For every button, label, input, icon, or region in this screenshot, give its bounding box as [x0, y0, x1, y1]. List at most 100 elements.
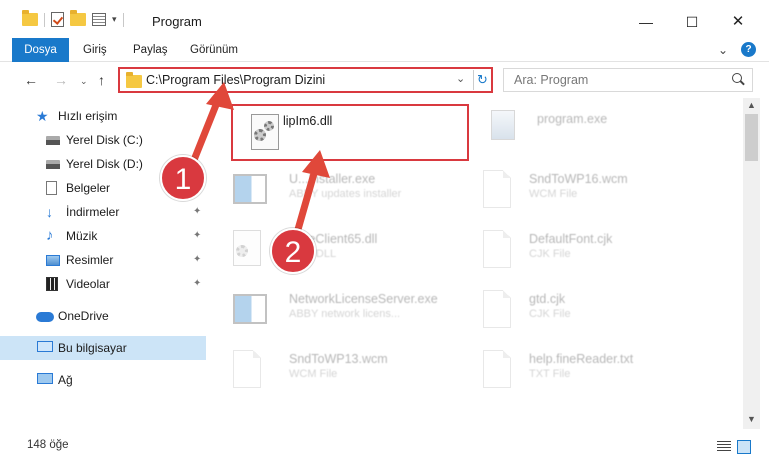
scroll-up-icon[interactable]: ▲ — [747, 100, 756, 110]
toolbar-divider — [122, 12, 124, 27]
sidebar-item-label: İndirmeler — [66, 205, 120, 219]
file-type: ABBY updates installer — [289, 188, 402, 200]
close-button[interactable]: ✕ — [715, 8, 761, 36]
scroll-down-icon[interactable]: ▼ — [747, 414, 756, 424]
vertical-scrollbar[interactable]: ▲ ▼ — [743, 98, 760, 429]
file-type: ABBY network licens... — [289, 308, 401, 320]
pin-icon[interactable]: ✦ — [193, 254, 201, 265]
folder-icon[interactable] — [22, 10, 38, 26]
step-1-badge: 1 — [160, 155, 206, 201]
address-dropdown-icon[interactable]: ⌄ — [456, 72, 465, 85]
file-type: WCM File — [289, 368, 338, 380]
file-item-defaultfont[interactable]: DefaultFont.cjk CJK File — [465, 222, 705, 278]
pin-icon[interactable]: ✦ — [193, 278, 201, 289]
minimize-button[interactable]: — — [623, 8, 669, 36]
tab-home[interactable]: Giriş — [83, 38, 107, 62]
sidebar-item-label: Müzik — [66, 229, 98, 243]
window-title: Program — [152, 14, 202, 29]
file-icon — [483, 230, 515, 270]
pin-icon[interactable]: ✦ — [193, 206, 201, 217]
tab-share[interactable]: Paylaş — [133, 38, 168, 62]
recent-locations-chevron-icon[interactable]: ⌄ — [80, 76, 88, 87]
search-placeholder: Ara: Program — [514, 73, 589, 87]
help-icon[interactable]: ? — [741, 42, 756, 57]
toolbar-divider — [44, 12, 45, 27]
navigation-bar: ← → ⌄ ↑ C:\Program Files\Program Dizini … — [0, 62, 769, 98]
music-icon: ♪ — [46, 227, 54, 244]
up-button[interactable]: ↑ — [98, 72, 105, 88]
sidebar-item-label: Videolar — [66, 277, 110, 291]
file-icon — [483, 170, 515, 210]
sidebar-item-label: Ağ — [58, 373, 73, 387]
app-icon — [233, 290, 267, 330]
sidebar-item-label: OneDrive — [58, 309, 109, 323]
file-type: WCM File — [529, 188, 578, 200]
sidebar-item-network[interactable]: Ağ — [0, 368, 206, 392]
address-path[interactable]: C:\Program Files\Program Dizini — [146, 73, 325, 87]
drive-icon — [46, 136, 60, 146]
sidebar-item-onedrive[interactable]: OneDrive — [0, 304, 206, 328]
forward-button[interactable]: → — [54, 72, 68, 88]
highlight-box — [231, 104, 469, 161]
new-folder-icon[interactable] — [70, 10, 86, 26]
address-bar[interactable]: C:\Program Files\Program Dizini ⌄ ↻ — [118, 67, 493, 93]
file-item-wcm16[interactable]: SndToWP16.wcm WCM File — [465, 162, 705, 218]
back-button[interactable]: ← — [24, 72, 38, 88]
refresh-icon[interactable]: ↻ — [473, 70, 491, 90]
file-item-help-txt[interactable]: help.fineReader.txt TXT File — [465, 342, 705, 398]
sidebar-item-disk-c[interactable]: Yerel Disk (C:) — [0, 128, 206, 152]
sidebar-item-quick-access[interactable]: ★ Hızlı erişim — [0, 104, 206, 128]
sidebar-item-pictures[interactable]: Resimler ✦ — [0, 248, 206, 272]
search-input[interactable]: Ara: Program — [503, 68, 753, 92]
tiles-view-icon[interactable] — [737, 440, 751, 454]
file-icon — [483, 350, 515, 390]
sidebar-item-videos[interactable]: Videolar ✦ — [0, 272, 206, 296]
tab-view[interactable]: Görünüm — [190, 38, 238, 62]
chevron-down-icon[interactable]: ⌄ — [718, 43, 728, 57]
file-item-wcm13[interactable]: SndToWP13.wcm WCM File — [215, 342, 455, 398]
details-view-icon[interactable] — [717, 441, 731, 453]
search-icon[interactable] — [732, 73, 742, 83]
quick-access-toolbar: ▾ — [22, 10, 124, 27]
file-type: TXT File — [529, 368, 571, 380]
file-type: CJK File — [529, 308, 571, 320]
ribbon-tabs: Dosya Giriş Paylaş Görünüm ⌄ ? — [0, 38, 769, 62]
sidebar-item-label: Belgeler — [66, 181, 111, 195]
network-icon — [37, 373, 53, 384]
file-icon — [483, 290, 515, 330]
documents-icon — [46, 181, 57, 195]
sidebar-item-this-pc[interactable]: Bu bilgisayar — [0, 336, 206, 360]
sidebar-item-downloads[interactable]: ↓ İndirmeler ✦ — [0, 200, 206, 224]
tab-file[interactable]: Dosya — [12, 38, 69, 62]
dll-icon — [233, 230, 265, 270]
file-item-gtd[interactable]: gtd.cjk CJK File — [465, 282, 705, 338]
file-icon — [233, 350, 265, 390]
maximize-button[interactable]: ☐ — [669, 8, 715, 36]
file-item-client-dll[interactable]: U...eClient65.dll ...ion DLL — [215, 222, 455, 278]
sidebar-item-label: Resimler — [66, 253, 114, 267]
item-count: 148 öğe — [27, 439, 69, 451]
sidebar-item-label: Yerel Disk (C:) — [66, 133, 143, 147]
sidebar-item-label: Bu bilgisayar — [58, 341, 127, 355]
sidebar-item-music[interactable]: ♪ Müzik ✦ — [0, 224, 206, 248]
star-icon: ★ — [36, 108, 49, 124]
title-bar: ▾ Program — ☐ ✕ — [0, 0, 769, 38]
customize-toolbar-chevron-icon[interactable]: ▾ — [112, 14, 117, 25]
downloads-icon: ↓ — [46, 204, 53, 220]
drive-icon — [46, 160, 60, 170]
file-item-license-server[interactable]: NetworkLicenseServer.exe ABBY network li… — [215, 282, 455, 338]
file-item-installer[interactable]: U...Installer.exe ABBY updates installer — [215, 162, 455, 218]
view-properties-icon[interactable] — [92, 13, 106, 26]
exe-icon — [491, 110, 523, 150]
pictures-icon — [46, 255, 60, 266]
file-type: CJK File — [529, 248, 571, 260]
folder-icon — [126, 72, 142, 88]
scroll-thumb[interactable] — [745, 114, 758, 161]
computer-icon — [37, 341, 53, 352]
file-name: help.fineReader.txt — [529, 352, 634, 366]
file-name: SndToWP13.wcm — [289, 352, 388, 366]
properties-check-icon[interactable] — [51, 12, 64, 27]
file-item-exe[interactable]: program.exe — [473, 102, 713, 158]
pin-icon[interactable]: ✦ — [193, 230, 201, 241]
file-name: program.exe — [537, 112, 608, 126]
